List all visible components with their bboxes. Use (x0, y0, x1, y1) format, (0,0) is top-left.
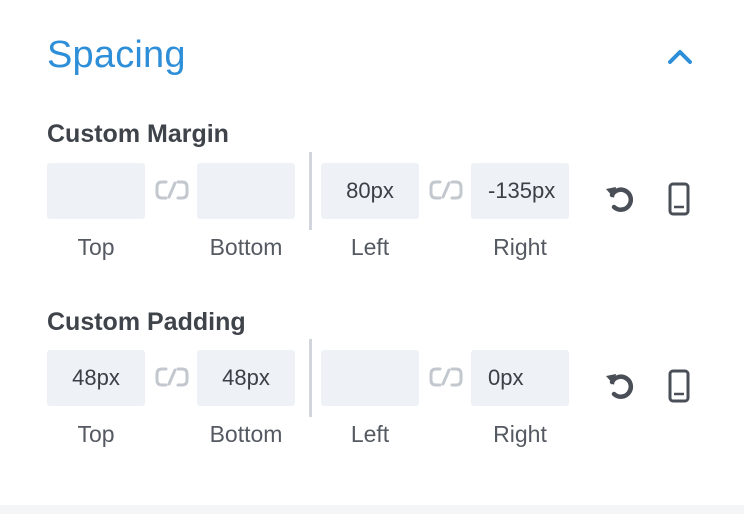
padding-top-input[interactable] (47, 350, 145, 406)
padding-bottom-label: Bottom (209, 421, 283, 447)
undo-icon (606, 374, 634, 399)
spacing-panel: Spacing Custom Margin Top Bottom Left R (0, 0, 744, 514)
link-icon (155, 180, 189, 200)
margin-left-input[interactable] (321, 163, 419, 219)
margin-responsive-button[interactable] (668, 182, 690, 221)
margin-link-top-bottom-button[interactable] (154, 178, 190, 202)
margin-right-label: Right (493, 234, 547, 260)
margin-link-left-right-button[interactable] (428, 178, 464, 202)
padding-responsive-button[interactable] (668, 369, 690, 408)
link-icon (429, 367, 463, 387)
link-icon (429, 180, 463, 200)
margin-reset-button[interactable] (604, 183, 636, 220)
padding-top-label: Top (77, 421, 115, 447)
section-title[interactable]: Spacing (47, 34, 186, 77)
link-icon (155, 367, 189, 387)
undo-icon (606, 187, 634, 212)
padding-bottom-input[interactable] (197, 350, 295, 406)
divider (309, 152, 312, 230)
padding-left-label: Left (350, 421, 390, 447)
padding-link-top-bottom-button[interactable] (154, 365, 190, 389)
padding-right-input[interactable] (471, 350, 569, 406)
padding-link-left-right-button[interactable] (428, 365, 464, 389)
margin-bottom-label: Bottom (209, 234, 283, 260)
margin-bottom-input[interactable] (197, 163, 295, 219)
panel-bottom-border (0, 505, 744, 514)
mobile-icon (668, 369, 690, 403)
padding-reset-button[interactable] (604, 370, 636, 407)
collapse-button[interactable] (664, 44, 696, 68)
padding-right-label: Right (493, 421, 547, 447)
margin-left-label: Left (350, 234, 390, 260)
margin-top-input[interactable] (47, 163, 145, 219)
chevron-up-icon (668, 50, 692, 64)
custom-margin-label: Custom Margin (47, 120, 229, 148)
divider (309, 339, 312, 417)
margin-right-input[interactable] (471, 163, 569, 219)
padding-left-input[interactable] (321, 350, 419, 406)
mobile-icon (668, 182, 690, 216)
custom-padding-label: Custom Padding (47, 308, 246, 336)
margin-top-label: Top (77, 234, 115, 260)
